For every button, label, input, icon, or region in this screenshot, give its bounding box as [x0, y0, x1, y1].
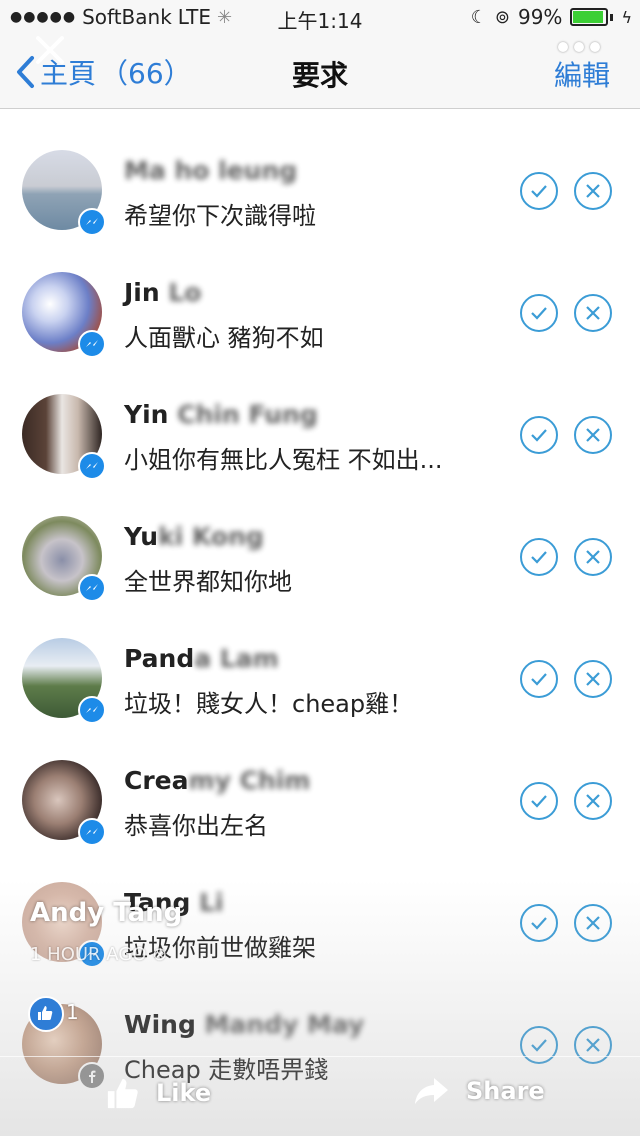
sender-name: Creamy Chim [124, 766, 311, 795]
close-icon [586, 184, 600, 198]
charging-icon: ϟ [621, 7, 632, 27]
close-icon [586, 1038, 600, 1052]
accept-button[interactable] [520, 1026, 558, 1064]
clock: 上午1:14 [277, 9, 363, 33]
globe-icon: ⊗ [152, 944, 168, 965]
accept-button[interactable] [520, 782, 558, 820]
close-icon [586, 794, 600, 808]
share-arrow-icon [415, 1078, 448, 1104]
check-icon [531, 1039, 547, 1052]
decline-button[interactable] [574, 904, 612, 942]
sender-name: Yin Chin Fung [124, 400, 318, 429]
accept-button[interactable] [520, 538, 558, 576]
accept-button[interactable] [520, 294, 558, 332]
close-icon [586, 550, 600, 564]
accept-button[interactable] [520, 172, 558, 210]
check-icon [531, 673, 547, 686]
decline-button[interactable] [574, 1026, 612, 1064]
list-item[interactable]: Ma ho leung 希望你下次識得啦 [0, 110, 640, 236]
check-icon [531, 307, 547, 320]
decline-button[interactable] [574, 660, 612, 698]
facebook-icon [78, 1062, 106, 1090]
message-preview: 人面獸心 豬狗不如 [124, 324, 324, 352]
sender-name: Yuki Kong [124, 522, 264, 551]
decline-button[interactable] [574, 294, 612, 332]
divider [0, 1056, 640, 1057]
broadcaster-name[interactable]: Andy Tang [30, 898, 182, 928]
close-icon [586, 672, 600, 686]
sender-name: Panda Lam [124, 644, 279, 673]
like-button[interactable]: Like [106, 1076, 211, 1110]
decline-button[interactable] [574, 172, 612, 210]
decline-button[interactable] [574, 538, 612, 576]
like-count: 1 [66, 1000, 79, 1024]
list-item[interactable]: Yuki Kong 全世界都知你地 [0, 476, 640, 602]
list-item[interactable]: Wing Mandy May Cheap 走數唔畀錢 [0, 964, 640, 1090]
check-icon [531, 429, 547, 442]
moon-icon: ☾ [470, 6, 487, 28]
share-label: Share [466, 1077, 545, 1105]
decline-button[interactable] [574, 416, 612, 454]
sender-name: Ma ho leung [124, 156, 298, 185]
status-bar: ●●●●● SoftBank LTE ✳ 上午1:14 ☾ ⊚ 99% ϟ [0, 0, 640, 36]
list-item[interactable]: Creamy Chim 恭喜你出左名 [0, 720, 640, 846]
accept-button[interactable] [520, 660, 558, 698]
share-button[interactable]: Share [414, 1076, 545, 1106]
message-preview: 全世界都知你地 [124, 568, 292, 596]
broadcast-time: 1 HOUR AGO ⊗ [30, 944, 168, 965]
close-icon[interactable] [32, 32, 68, 68]
accept-button[interactable] [520, 416, 558, 454]
message-preview: 恭喜你出左名 [124, 812, 268, 840]
decline-button[interactable] [574, 782, 612, 820]
check-icon [531, 185, 547, 198]
orientation-lock-icon: ⊚ [494, 6, 510, 28]
close-icon [586, 306, 600, 320]
close-icon [586, 916, 600, 930]
battery-icon [570, 8, 609, 26]
close-icon [586, 428, 600, 442]
sender-name: Wing Mandy May [124, 1010, 365, 1039]
message-preview: 小姐你有無比人冤枉 不如出... [124, 446, 443, 474]
more-options-icon[interactable] [558, 42, 600, 52]
message-preview: 希望你下次識得啦 [124, 202, 316, 230]
like-reaction-icon [28, 996, 64, 1032]
page-title: 要求 [291, 59, 348, 92]
check-icon [531, 917, 547, 930]
check-icon [531, 795, 547, 808]
message-preview: 垃圾！賤女人！cheap雞！ [124, 690, 414, 718]
like-label: Like [156, 1079, 212, 1107]
check-icon [531, 551, 547, 564]
thumbs-up-icon [107, 1078, 138, 1109]
list-item[interactable]: Panda Lam 垃圾！賤女人！cheap雞！ [0, 598, 640, 724]
accept-button[interactable] [520, 904, 558, 942]
list-item[interactable]: Jin Lo 人面獸心 豬狗不如 [0, 232, 640, 358]
battery-percent: 99% [517, 5, 563, 29]
list-item[interactable]: Yin Chin Fung 小姐你有無比人冤枉 不如出... [0, 354, 640, 480]
sender-name: Jin Lo [124, 278, 202, 307]
edit-button[interactable]: 編輯 [554, 54, 610, 94]
navigation-bar: 主頁 （66） 要求 編輯 [0, 36, 640, 109]
